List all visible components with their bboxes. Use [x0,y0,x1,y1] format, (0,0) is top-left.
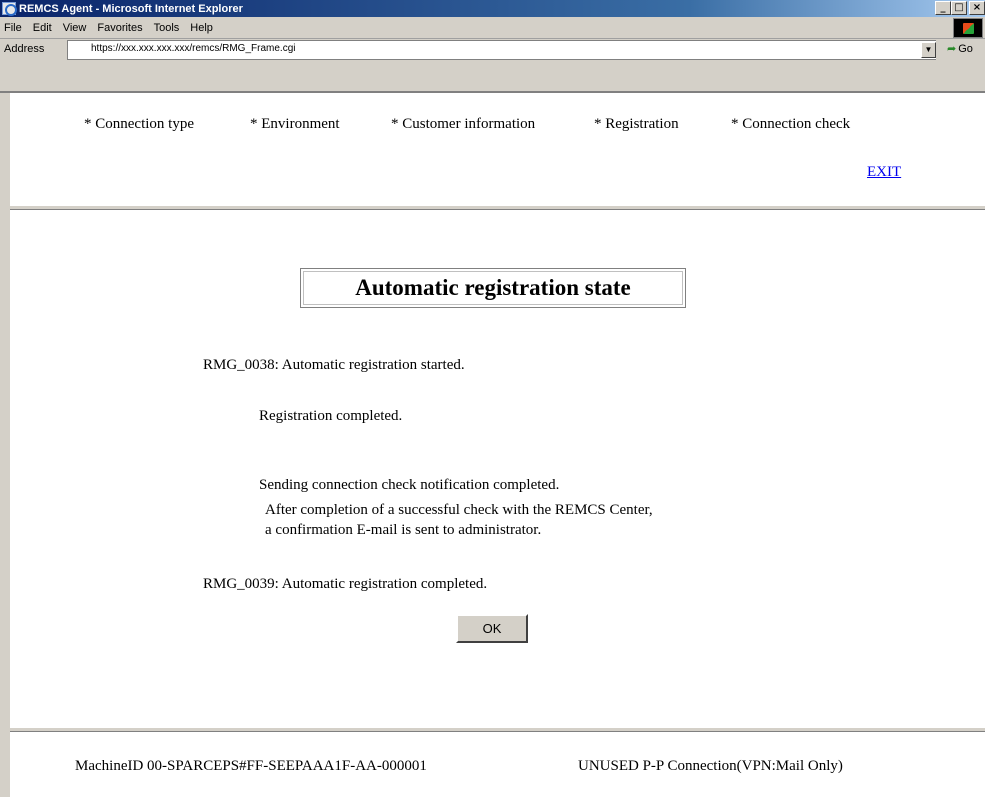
page-title-box: Automatic registration state [300,268,686,308]
message-note-line2: a confirmation E-mail is sent to adminis… [265,522,542,538]
connection-status: UNUSED P-P Connection(VPN:Mail Only) [578,758,843,774]
nav-environment[interactable]: * Environment [250,116,340,133]
go-arrow-icon: ➦ [947,42,957,55]
address-label: Address [4,43,45,55]
message-registration-finished: RMG_0039: Automatic registration complet… [203,576,488,592]
menu-tools[interactable]: Tools [149,22,186,34]
menu-bar: File Edit View Favorites Tools Help [0,17,985,39]
message-note-line1: After completion of a successful check w… [265,502,653,518]
exit-link[interactable]: EXIT [867,164,901,181]
address-url[interactable]: https://xxx.xxx.xxx.xxx/remcs/RMG_Frame.… [91,43,295,54]
frame-divider-top[interactable] [10,205,985,210]
nav-registration[interactable]: * Registration [594,116,679,133]
menu-edit[interactable]: Edit [28,22,58,34]
address-dropdown-button[interactable]: ▼ [921,42,936,58]
nav-customer-information[interactable]: * Customer information [391,116,535,133]
window-controls: _ □ × [935,1,985,15]
close-button[interactable]: × [969,1,985,15]
message-registration-completed: Registration completed. [259,408,403,424]
page-title-inner: Automatic registration state [303,271,683,305]
page-title: Automatic registration state [355,275,631,300]
address-bar: Address https://xxx.xxx.xxx.xxx/remcs/RM… [0,39,985,93]
message-sending-completed: Sending connection check notification co… [259,477,560,493]
menu-view[interactable]: View [58,22,93,34]
internet-explorer-icon [2,2,17,16]
maximize-button[interactable]: □ [951,1,967,15]
window-title: REMCS Agent - Microsoft Internet Explore… [19,2,243,15]
ok-button[interactable]: OK [456,614,528,643]
go-button[interactable]: ➦ Go [947,42,973,55]
window-title-bar: REMCS Agent - Microsoft Internet Explore… [0,0,985,17]
menu-favorites[interactable]: Favorites [92,22,148,34]
menu-file[interactable]: File [0,22,28,34]
nav-connection-check[interactable]: * Connection check [731,116,850,133]
message-registration-started: RMG_0038: Automatic registration started… [203,357,465,373]
nav-connection-type[interactable]: * Connection type [84,116,194,133]
windows-logo-icon [953,18,983,38]
minimize-button[interactable]: _ [935,1,951,15]
nav-frame [10,93,985,208]
machine-id: MachineID 00-SPARCEPS#FF-SEEPAAA1F-AA-00… [75,758,427,774]
menu-help[interactable]: Help [185,22,219,34]
go-label: Go [958,42,973,55]
